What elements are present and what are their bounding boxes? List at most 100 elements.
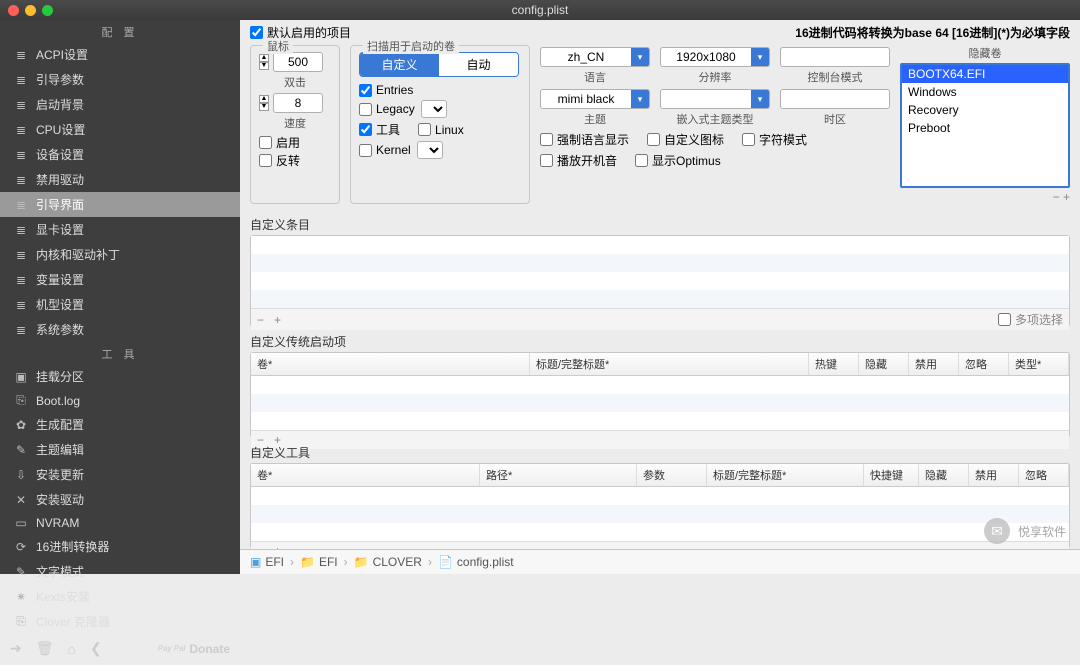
- sidebar-item-kernel[interactable]: ≣内核和驱动补丁: [0, 242, 240, 267]
- list-icon: ≣: [14, 223, 28, 237]
- list-icon: ≣: [14, 73, 28, 87]
- hide-remove-button[interactable]: −: [1053, 190, 1060, 204]
- scan-mode-segment[interactable]: 自定义 自动: [359, 52, 519, 77]
- sidebar-item-disable[interactable]: ≣禁用驱动: [0, 167, 240, 192]
- scan-kernel-checkbox[interactable]: Kernel: [359, 143, 411, 157]
- tz-input[interactable]: [780, 89, 890, 109]
- tool-nvram[interactable]: ▭NVRAM: [0, 512, 240, 534]
- titlebar: config.plist: [0, 0, 1080, 20]
- speed-stepper[interactable]: ▲▼: [259, 95, 269, 111]
- scan-tools-checkbox[interactable]: 工具: [359, 121, 400, 138]
- folder-icon: 📁: [354, 555, 369, 569]
- sidebar-item-rtvars[interactable]: ≣ 变量设置: [0, 267, 240, 292]
- chevron-down-icon: ▾: [631, 48, 649, 66]
- list-icon: ≣: [14, 273, 28, 287]
- entries-add-button[interactable]: +: [274, 313, 281, 327]
- dblclick-stepper[interactable]: ▲▼: [259, 54, 269, 70]
- tool-kexts[interactable]: ✷Kexts安装: [0, 584, 240, 609]
- optimus-checkbox[interactable]: 显示Optimus: [635, 152, 721, 169]
- sidebar-section-tools: 工 具: [0, 342, 240, 364]
- hide-item[interactable]: Windows: [902, 83, 1068, 101]
- content-area: 默认启用的项目 16进制代码将转换为base 64 [16进制](*)为必填字段…: [240, 20, 1080, 574]
- sidebar-item-cpu[interactable]: ≣ CPU设置: [0, 117, 240, 142]
- scan-group: 扫描用于启动的卷 自定义 自动 Entries Legacy 工具 Linux …: [350, 45, 530, 204]
- back-icon[interactable]: ➜: [10, 640, 22, 657]
- sidebar-item-label: 生成配置: [36, 416, 84, 433]
- custom-tools-list[interactable]: 卷* 路径* 参数 标题/完整标题* 快捷键 隐藏 禁用 忽略 −+: [250, 463, 1070, 549]
- custom-icon-checkbox[interactable]: 自定义图标: [647, 131, 724, 148]
- tool-hex[interactable]: ⟳16进制转换器: [0, 534, 240, 559]
- play-sound-checkbox[interactable]: 播放开机音: [540, 152, 617, 169]
- embed-select[interactable]: ▾: [660, 89, 770, 109]
- sidebar-item-label: 系统参数: [36, 321, 84, 338]
- entries-remove-button[interactable]: −: [257, 313, 264, 327]
- speed-input[interactable]: [273, 93, 323, 113]
- lang-select[interactable]: zh_CN▾: [540, 47, 650, 67]
- breadcrumb: ▣EFI› 📁EFI› 📁CLOVER› 📄config.plist: [240, 549, 1080, 574]
- bc-item[interactable]: ▣EFI: [250, 555, 284, 569]
- bc-item[interactable]: 📄config.plist: [438, 555, 514, 569]
- scan-legacy-select[interactable]: [421, 100, 447, 118]
- sidebar-item-smbios[interactable]: ≣机型设置: [0, 292, 240, 317]
- theme-select[interactable]: mimi black▾: [540, 89, 650, 109]
- mouse-invert-checkbox[interactable]: 反转: [259, 152, 300, 169]
- hide-item[interactable]: BOOTX64.EFI: [902, 65, 1068, 83]
- sidebar-item-graphics[interactable]: ≣显卡设置: [0, 217, 240, 242]
- console-input[interactable]: [780, 47, 890, 67]
- sidebar-item-label: Boot.log: [36, 394, 80, 408]
- bc-item[interactable]: 📁EFI: [300, 555, 338, 569]
- sidebar-item-devices[interactable]: ≣设备设置: [0, 142, 240, 167]
- chevron-down-icon: ▾: [751, 48, 769, 66]
- tool-driver[interactable]: ✕安装驱动: [0, 487, 240, 512]
- dblclick-input[interactable]: [273, 52, 323, 72]
- download-icon: ⇩: [14, 468, 28, 482]
- tool-cloner[interactable]: ⎘Clover 克隆器: [0, 609, 240, 634]
- sidebar-item-acpi[interactable]: ≣ACPI设置: [0, 42, 240, 67]
- hide-item[interactable]: Preboot: [902, 119, 1068, 137]
- trash-icon[interactable]: 🗑: [36, 640, 54, 657]
- sidebar-item-label: CPU设置: [36, 121, 85, 138]
- sidebar-item-label: 变量设置: [36, 271, 84, 288]
- custom-entries-list[interactable]: − + 多项选择: [250, 235, 1070, 327]
- scan-entries-checkbox[interactable]: Entries: [359, 83, 413, 97]
- tool-generate[interactable]: ✿生成配置: [0, 412, 240, 437]
- hide-list[interactable]: BOOTX64.EFI Windows Recovery Preboot: [900, 63, 1070, 188]
- window-title: config.plist: [0, 3, 1080, 17]
- hide-item[interactable]: Recovery: [902, 101, 1068, 119]
- list-icon: ≣: [14, 148, 28, 162]
- scan-auto[interactable]: 自动: [439, 53, 518, 76]
- bc-item[interactable]: 📁CLOVER: [354, 555, 422, 569]
- donate-button[interactable]: Pay Pal Donate: [158, 642, 230, 656]
- home-icon[interactable]: ⌂: [68, 641, 76, 657]
- sidebar-item-gui[interactable]: ≣引导界面: [0, 192, 240, 217]
- share-icon[interactable]: ❮: [90, 640, 102, 657]
- tool-mount[interactable]: ▣挂载分区: [0, 364, 240, 389]
- text-icon: ✎: [14, 565, 28, 579]
- sidebar-item-label: 机型设置: [36, 296, 84, 313]
- tool-update[interactable]: ⇩安装更新: [0, 462, 240, 487]
- scan-kernel-select[interactable]: [417, 141, 443, 159]
- hide-add-button[interactable]: +: [1063, 190, 1070, 204]
- mouse-enable-checkbox[interactable]: 启用: [259, 134, 300, 151]
- multi-select-checkbox[interactable]: 多项选择: [998, 311, 1063, 328]
- sidebar-item-label: ACPI设置: [36, 46, 88, 63]
- scan-custom[interactable]: 自定义: [360, 53, 439, 76]
- custom-legacy-list[interactable]: 卷* 标题/完整标题* 热键 隐藏 禁用 忽略 类型* −+: [250, 352, 1070, 438]
- sidebar-item-sysparams[interactable]: ≣系统参数: [0, 317, 240, 342]
- char-mode-checkbox[interactable]: 字符模式: [742, 131, 807, 148]
- force-lang-checkbox[interactable]: 强制语言显示: [540, 131, 629, 148]
- tool-text[interactable]: ✎文字模式: [0, 559, 240, 584]
- tool-theme[interactable]: ✎主题编辑: [0, 437, 240, 462]
- res-select[interactable]: 1920x1080▾: [660, 47, 770, 67]
- sidebar-item-boot[interactable]: ≣引导参数: [0, 67, 240, 92]
- scan-legacy-checkbox[interactable]: Legacy: [359, 102, 415, 116]
- scan-title: 扫描用于启动的卷: [363, 38, 459, 54]
- sidebar-item-bg[interactable]: ≣启动背景: [0, 92, 240, 117]
- sidebar-section-config: 配 置: [0, 20, 240, 42]
- tool-bootlog[interactable]: ⎘Boot.log: [0, 389, 240, 412]
- scan-linux-checkbox[interactable]: Linux: [418, 123, 464, 137]
- list-icon: ≣: [14, 123, 28, 137]
- sidebar: 配 置 ≣ACPI设置 ≣引导参数 ≣启动背景 ≣CPU设置 ≣设备设置 ≣禁用…: [0, 20, 240, 574]
- legacy-header: 卷* 标题/完整标题* 热键 隐藏 禁用 忽略 类型*: [251, 353, 1069, 376]
- sidebar-bottom-toolbar: ➜ 🗑 ⌂ ❮ Pay Pal Donate: [0, 634, 240, 665]
